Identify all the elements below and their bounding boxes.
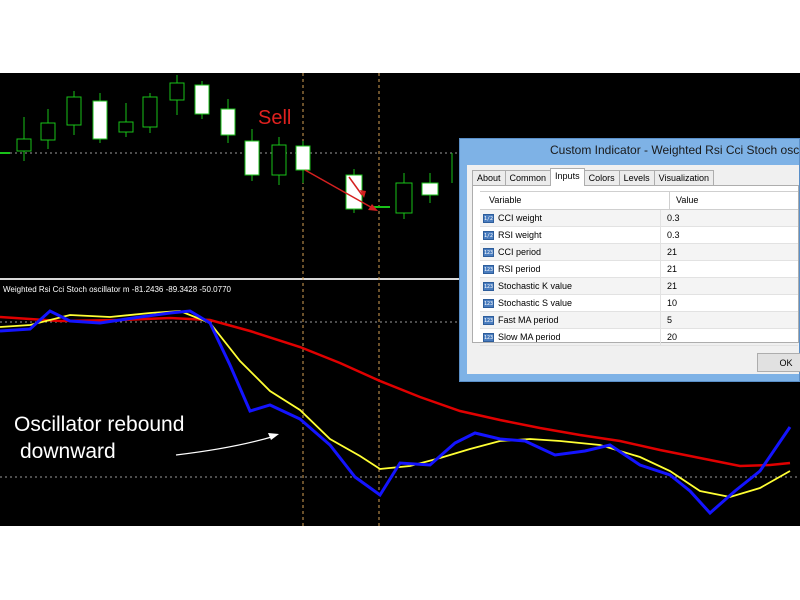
annotation-line-2: downward — [20, 440, 116, 463]
candle — [244, 140, 260, 176]
row-variable: RSI period — [498, 264, 541, 274]
annotation-text: Oscillator rebound downward — [14, 411, 254, 465]
integer-type-icon: 123 — [483, 315, 494, 325]
dialog-body: About Common Inputs Colors Levels Visual… — [467, 165, 800, 374]
row-value[interactable]: 0.3 — [661, 210, 680, 226]
table-row[interactable]: 123 Fast MA period 5 — [480, 312, 798, 329]
integer-type-icon: 123 — [483, 298, 494, 308]
double-type-icon: 1/2 — [483, 213, 494, 223]
row-variable: Slow MA period — [498, 332, 561, 342]
table-row[interactable]: 1/2 CCI weight 0.3 — [480, 210, 798, 227]
candle — [92, 100, 108, 140]
row-value[interactable]: 10 — [661, 295, 677, 311]
row-value[interactable]: 21 — [661, 278, 677, 294]
candle — [142, 96, 158, 128]
tab-visualization[interactable]: Visualization — [653, 170, 714, 185]
row-value[interactable]: 21 — [661, 244, 677, 260]
candle — [118, 121, 134, 133]
candle — [421, 182, 439, 196]
row-variable: CCI period — [498, 247, 542, 257]
candle — [194, 84, 210, 115]
ok-button[interactable]: OK — [757, 353, 800, 372]
row-variable: Stochastic S value — [498, 298, 573, 308]
tab-bar: About Common Inputs Colors Levels Visual… — [472, 168, 714, 186]
candle — [169, 82, 185, 101]
table-row[interactable]: 123 CCI period 21 — [480, 244, 798, 261]
column-header-variable[interactable]: Variable — [480, 192, 670, 209]
table-row[interactable]: 123 Slow MA period 20 — [480, 329, 798, 346]
grid-header: Variable Value — [480, 192, 798, 210]
table-row[interactable]: 123 Stochastic S value 10 — [480, 295, 798, 312]
oscillator-header: Weighted Rsi Cci Stoch oscillator m -81.… — [3, 285, 231, 294]
row-variable: RSI weight — [498, 230, 542, 240]
row-variable: Fast MA period — [498, 315, 559, 325]
grid-rows: 1/2 CCI weight 0.3 1/2 RSI weight 0.3 123 C… — [480, 210, 798, 346]
sell-arrows — [304, 169, 378, 211]
row-value[interactable]: 0.3 — [661, 227, 680, 243]
sell-label: Sell — [258, 107, 292, 129]
row-value[interactable]: 20 — [661, 329, 677, 345]
inputs-grid: Variable Value 1/2 CCI weight 0.3 1/2 RSI … — [480, 191, 798, 346]
annotation-line-1: Oscillator rebound — [14, 413, 185, 436]
candles — [0, 75, 453, 219]
custom-indicator-dialog[interactable]: Custom Indicator - Weighted Rsi Cci Stoc… — [459, 138, 800, 382]
tab-colors[interactable]: Colors — [583, 170, 620, 185]
dialog-title[interactable]: Custom Indicator - Weighted Rsi Cci Stoc… — [460, 139, 799, 162]
tab-levels[interactable]: Levels — [618, 170, 655, 185]
candle — [16, 138, 32, 152]
table-row[interactable]: 123 Stochastic K value 21 — [480, 278, 798, 295]
integer-type-icon: 123 — [483, 264, 494, 274]
double-type-icon: 1/2 — [483, 230, 494, 240]
tab-common[interactable]: Common — [504, 170, 552, 185]
tab-inputs[interactable]: Inputs — [550, 168, 585, 186]
tab-about[interactable]: About — [472, 170, 506, 185]
row-variable: CCI weight — [498, 213, 543, 223]
column-header-value[interactable]: Value — [670, 192, 698, 209]
candle — [271, 144, 287, 176]
integer-type-icon: 123 — [483, 332, 494, 342]
candle — [66, 96, 82, 126]
row-value[interactable]: 5 — [661, 312, 672, 328]
integer-type-icon: 123 — [483, 247, 494, 257]
row-variable: Stochastic K value — [498, 281, 573, 291]
candle — [395, 182, 413, 214]
candle — [220, 108, 236, 136]
candle — [295, 145, 311, 171]
table-row[interactable]: 123 RSI period 21 — [480, 261, 798, 278]
inputs-panel: Variable Value 1/2 CCI weight 0.3 1/2 RSI … — [472, 185, 799, 346]
row-value[interactable]: 21 — [661, 261, 677, 277]
candle — [40, 122, 56, 141]
integer-type-icon: 123 — [483, 281, 494, 291]
table-row[interactable]: 1/2 RSI weight 0.3 — [480, 227, 798, 244]
